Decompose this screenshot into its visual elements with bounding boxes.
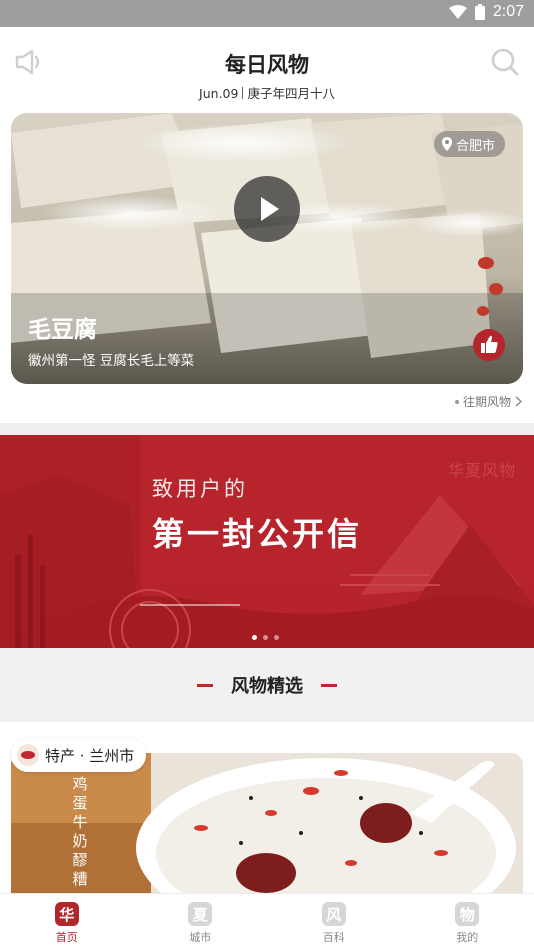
thumbs-up-icon bbox=[481, 335, 498, 353]
play-button[interactable] bbox=[234, 176, 300, 242]
app-header: 每日风物 Jun.09 庚子年四月十八 bbox=[0, 27, 534, 107]
tab-label: 百科 bbox=[322, 931, 345, 944]
carousel-dot[interactable] bbox=[274, 635, 279, 640]
location-badge[interactable]: 合肥市 bbox=[433, 131, 505, 157]
bottom-tab-bar: 华 首页 夏 城市 风 百科 物 我的 bbox=[0, 893, 534, 949]
category-tag-label: 特产 · 兰州市 bbox=[45, 746, 135, 765]
date-en: Jun.09 bbox=[199, 86, 239, 101]
section-bar-left bbox=[197, 683, 213, 687]
location-pin-icon bbox=[441, 137, 452, 151]
tab-label: 首页 bbox=[55, 931, 78, 944]
wifi-icon bbox=[448, 5, 467, 19]
home-tab-icon: 华 bbox=[54, 902, 79, 926]
hero-subtitle: 徽州第一怪 豆腐长毛上等菜 bbox=[28, 353, 195, 369]
section-bar-right bbox=[321, 683, 337, 687]
banner-headline: 第一封公开信 bbox=[152, 515, 363, 553]
city-tab-icon: 夏 bbox=[188, 902, 213, 926]
feed-card-vertical-title: 鸡蛋牛奶醪糟 bbox=[72, 775, 88, 888]
section-title: 风物精选 bbox=[231, 676, 303, 697]
carousel-dot[interactable] bbox=[263, 635, 268, 640]
tab-label: 城市 bbox=[189, 931, 212, 944]
tab-encyclopedia[interactable]: 风 百科 bbox=[267, 894, 401, 949]
banner-line-1: 致用户的 bbox=[152, 477, 248, 501]
featured-video-card[interactable]: 合肥市 毛豆腐 徽州第一怪 豆腐长毛上等菜 bbox=[11, 113, 523, 384]
bullet-dot bbox=[454, 399, 459, 404]
date-line: Jun.09 庚子年四月十八 bbox=[0, 83, 534, 102]
chevron-right-icon bbox=[515, 396, 522, 407]
page-title: 每日风物 bbox=[225, 53, 309, 77]
tab-profile[interactable]: 物 我的 bbox=[401, 894, 534, 949]
tab-label: 我的 bbox=[456, 931, 479, 944]
date-cn: 庚子年四月十八 bbox=[247, 86, 335, 101]
feed-card[interactable]: 鸡蛋牛奶醪糟 bbox=[11, 753, 523, 893]
location-label: 合肥市 bbox=[455, 138, 495, 154]
search-icon[interactable] bbox=[490, 47, 520, 81]
specialty-icon bbox=[17, 744, 39, 766]
profile-tab-icon: 物 bbox=[455, 902, 480, 926]
encyclopedia-tab-icon: 风 bbox=[321, 902, 346, 926]
section-divider bbox=[0, 423, 534, 435]
section-header: 风物精选 bbox=[0, 648, 534, 722]
past-items-link[interactable]: 往期风物 bbox=[454, 393, 522, 410]
carousel-indicator[interactable] bbox=[252, 635, 279, 640]
tab-city[interactable]: 夏 城市 bbox=[134, 894, 268, 949]
hero-title: 毛豆腐 bbox=[28, 317, 97, 343]
past-items-label: 往期风物 bbox=[462, 395, 511, 409]
battery-icon bbox=[474, 4, 485, 20]
carousel-dot[interactable] bbox=[252, 635, 257, 640]
banner-brand: 华夏风物 bbox=[447, 461, 516, 480]
tab-home[interactable]: 华 首页 bbox=[0, 894, 134, 949]
clock-time: 2:07 bbox=[492, 3, 524, 20]
category-tag[interactable]: 特产 · 兰州市 bbox=[11, 738, 147, 772]
like-button[interactable] bbox=[473, 329, 505, 361]
date-divider bbox=[242, 87, 244, 99]
status-bar: 2:07 bbox=[0, 0, 534, 27]
promo-banner[interactable]: 致用户的 第一封公开信 华夏风物 bbox=[0, 435, 534, 648]
